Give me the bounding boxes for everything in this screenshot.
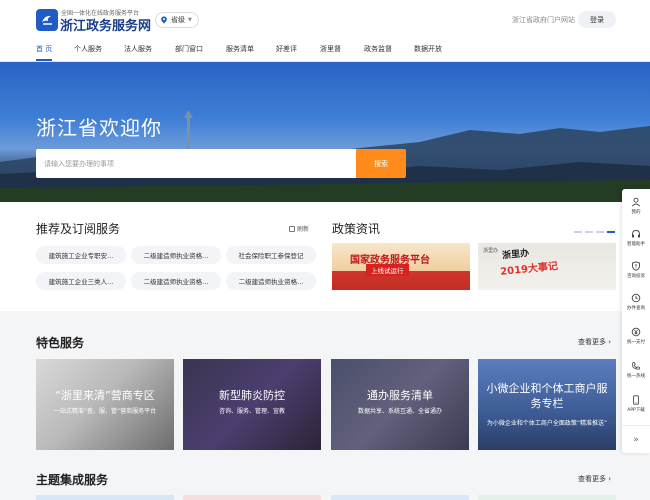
themes-title: 主题集成服务 — [36, 473, 109, 487]
nav-item-supervision[interactable]: 浙里督 — [320, 44, 341, 54]
toolbar-assistant[interactable]: 智能助手 — [622, 223, 650, 253]
toolbar-label: APP下载 — [627, 408, 645, 413]
themes-more-link[interactable]: 查看更多 › — [578, 474, 611, 484]
news-card-zheliban-2019[interactable]: 浙里办 浙里办 2019大事记 — [478, 243, 616, 290]
featured-card-title: 新型肺炎防控 — [219, 389, 285, 402]
yuan-icon — [631, 327, 641, 337]
nav-item-gov-supervision[interactable]: 政务监督 — [364, 44, 392, 54]
region-label: 省级 — [171, 16, 185, 24]
nav-item-personal[interactable]: 个人服务 — [74, 44, 102, 54]
toolbar-payment[interactable]: 统一支付 — [622, 321, 650, 351]
site-logo[interactable] — [36, 9, 58, 31]
nav-item-home[interactable]: 首 页 — [36, 44, 52, 54]
theme-card[interactable] — [331, 495, 469, 500]
main-nav: 首 页 个人服务 法人服务 部门窗口 服务清单 好差评 浙里督 政务监督 数据开… — [0, 37, 650, 62]
news-card-stamp: 浙里办 — [501, 248, 530, 262]
featured-more-link[interactable]: 查看更多 › — [578, 337, 611, 347]
refresh-icon — [289, 225, 295, 232]
nav-item-evaluation[interactable]: 好差评 — [276, 44, 297, 54]
featured-title: 特色服务 — [36, 336, 85, 350]
recommend-title: 推荐及订阅服务 — [36, 222, 121, 236]
toolbar-label: 咨询投诉 — [627, 274, 645, 279]
toolbar-label: 我的 — [631, 210, 641, 215]
toolbar-my[interactable]: 我的 — [622, 191, 650, 221]
carousel-dot[interactable] — [585, 231, 593, 233]
carousel-dot-active[interactable] — [607, 231, 615, 233]
hero-title: 浙江省欢迎你 — [36, 116, 162, 140]
more-label: 查看更多 — [578, 338, 606, 346]
nav-active-indicator — [36, 59, 52, 61]
toolbar-app-download[interactable]: APP下载 — [622, 389, 650, 419]
mobile-icon — [633, 395, 639, 405]
service-chip[interactable]: 二级建造师执业资格... — [226, 272, 316, 290]
featured-card-subtitle: 数据共享、系统互通、全省通办 — [357, 408, 442, 415]
zheliban-logo: 浙里办 — [483, 248, 499, 254]
featured-card-subtitle: 一站式精准“查、服、管”营商服务平台 — [53, 408, 157, 415]
service-chip[interactable]: 社会保险职工参保登记 — [226, 246, 316, 264]
toolbar-collapse-button[interactable]: » — [622, 425, 650, 453]
featured-card-epidemic[interactable]: 新型肺炎防控 咨询、服务、管理、宣教 — [183, 359, 321, 450]
toolbar-label: 统一支付 — [627, 340, 645, 345]
featured-card-business[interactable]: “浙里来清”营商专区 一站式精准“查、服、管”营商服务平台 — [36, 359, 174, 450]
service-chip[interactable]: 二级建造师执业资格... — [131, 246, 221, 264]
featured-card-title: 小微企业和个体工商户服务专栏 — [486, 382, 608, 410]
phone-icon — [632, 362, 640, 370]
more-label: 查看更多 — [578, 475, 606, 483]
hero-banner: 浙江省欢迎你 搜索 — [0, 62, 650, 202]
search-input[interactable] — [36, 149, 356, 178]
featured-card-service-list[interactable]: 通办服务清单 数据共享、系统互通、全省通办 — [331, 359, 469, 450]
floating-toolbar: 我的 智能助手 咨询投诉 办件查询 统一支付 统一热线 APP下载 » — [622, 189, 650, 453]
nav-item-service-list[interactable]: 服务清单 — [226, 44, 254, 54]
news-card-platform-launch[interactable]: 国家政务服务平台 上线试运行 — [332, 243, 470, 290]
user-icon — [631, 197, 641, 207]
theme-card[interactable] — [36, 495, 174, 500]
service-chip[interactable]: 建筑施工企业三类人... — [36, 272, 126, 290]
nav-item-open-data[interactable]: 数据开放 — [414, 44, 442, 54]
login-button[interactable]: 登录 — [578, 11, 616, 28]
double-chevron-right-icon: » — [633, 434, 639, 445]
brand-title[interactable]: 浙江政务服务网 — [60, 15, 151, 34]
toolbar-label: 智能助手 — [627, 242, 645, 247]
search-box — [36, 149, 356, 178]
toolbar-label: 统一热线 — [627, 374, 645, 379]
carousel-dot[interactable] — [574, 231, 582, 233]
toolbar-hotline[interactable]: 统一热线 — [622, 355, 650, 385]
featured-card-small-business[interactable]: 小微企业和个体工商户服务专栏 为小微企业和个体工商户全面政策“精准推送” — [478, 359, 616, 450]
carousel-dots — [574, 231, 615, 233]
headset-icon — [632, 230, 640, 238]
featured-card-subtitle: 咨询、服务、管理、宣教 — [218, 408, 285, 415]
nav-item-departments[interactable]: 部门窗口 — [175, 44, 203, 54]
toolbar-case-query[interactable]: 办件查询 — [622, 287, 650, 317]
page: 全国一体化在线政务服务平台 浙江政务服务网 省级 ▼ 浙江省政府门户网站 登录 … — [0, 0, 650, 500]
region-selector[interactable]: 省级 ▼ — [155, 12, 199, 28]
nav-item-legal-entity[interactable]: 法人服务 — [124, 44, 152, 54]
featured-card-subtitle: 为小微企业和个体工商户全面政策“精准推送” — [486, 420, 608, 427]
carousel-dot[interactable] — [596, 231, 604, 233]
featured-card-title: 通办服务清单 — [367, 389, 433, 402]
featured-card-title: “浙里来清”营商专区 — [55, 389, 155, 402]
refresh-button[interactable]: 刷新 — [289, 224, 309, 233]
service-chip[interactable]: 二级建造师执业资格... — [131, 272, 221, 290]
news-card-tag: 上线试运行 — [366, 264, 409, 276]
clock-icon — [631, 293, 641, 303]
news-title: 政策资讯 — [332, 222, 381, 236]
service-chip[interactable]: 建筑施工企业专职安... — [36, 246, 126, 264]
refresh-label: 刷新 — [297, 226, 310, 233]
portal-link[interactable]: 浙江省政府门户网站 — [512, 15, 575, 25]
toolbar-label: 办件查询 — [627, 306, 645, 311]
chevron-down-icon: ▼ — [188, 17, 192, 23]
shield-icon — [632, 261, 640, 271]
location-pin-icon — [161, 16, 167, 24]
search-button[interactable]: 搜索 — [356, 149, 406, 178]
theme-card[interactable] — [478, 495, 616, 500]
toolbar-complaint[interactable]: 咨询投诉 — [622, 255, 650, 285]
theme-card[interactable] — [183, 495, 321, 500]
